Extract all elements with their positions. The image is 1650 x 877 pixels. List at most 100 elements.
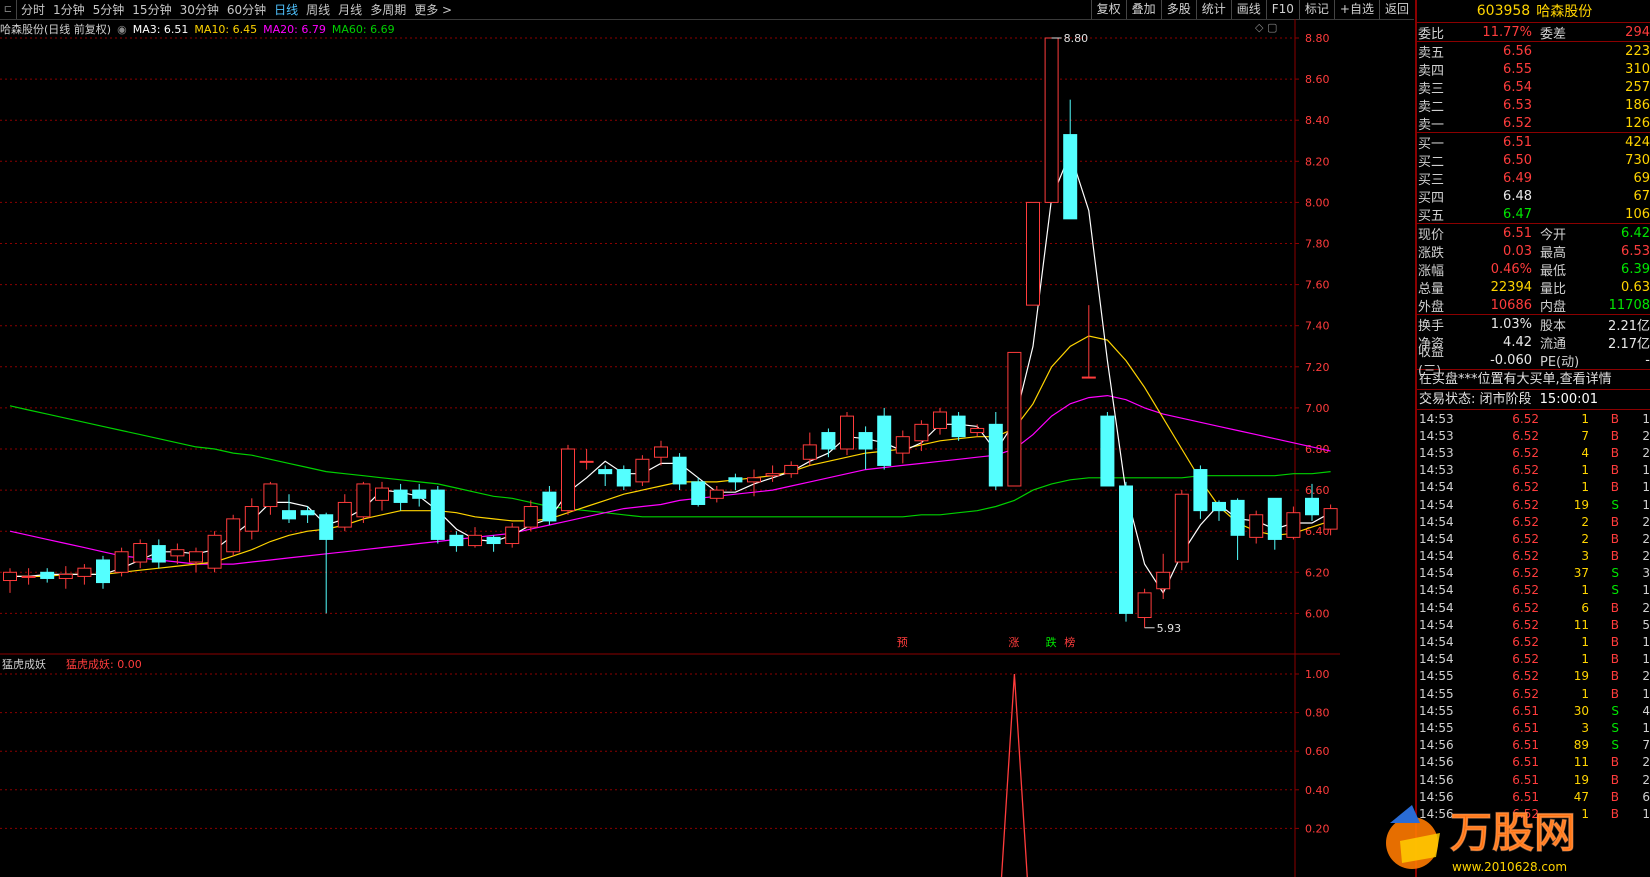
trade-time: 14:54: [1419, 583, 1454, 598]
trade-time: 14:54: [1419, 600, 1454, 615]
period-tab[interactable]: 多周期: [366, 1, 410, 18]
candle-body: [1305, 497, 1319, 516]
trade-ticks[interactable]: 14:53 6.52 1 B 1 14:53 6.52 7 B 2 14:53 6.52 4 B 2 14:5…: [1417, 410, 1650, 823]
trade-price: 6.52: [1512, 480, 1539, 495]
candle-body: [319, 514, 334, 540]
period-tab[interactable]: 15分钟: [128, 1, 175, 18]
period-tabs: 分时 1分钟 5分钟 15分钟 30分钟 60分钟 日线 周线 月线 多周期 更多 >: [17, 1, 456, 18]
period-tab[interactable]: 更多 >: [410, 1, 456, 18]
tool-button[interactable]: 标记: [1298, 0, 1334, 19]
row-label-2: 流通: [1540, 336, 1567, 352]
trade-time: 14:55: [1419, 669, 1454, 684]
stock-header: 603958 哈森股份: [1417, 0, 1650, 23]
trade-volume: 37: [1573, 566, 1589, 581]
y-tick-label: 7.20: [1305, 361, 1330, 374]
candle-body: [77, 567, 92, 577]
candle-body: [189, 551, 203, 563]
signal-label: 涨: [1008, 636, 1019, 649]
trade-row: 14:56 6.51 11 B 2: [1417, 754, 1650, 771]
candle-body: [579, 460, 594, 463]
y-tick-label: 8.00: [1305, 196, 1330, 209]
row-value-2: 424: [1625, 134, 1650, 150]
candle-body: [840, 415, 854, 450]
trade-row: 14:54 6.52 19 S 1: [1417, 496, 1650, 513]
trade-volume: 1: [1581, 480, 1589, 495]
tool-button[interactable]: 叠加: [1125, 0, 1161, 19]
candle-body: [914, 423, 929, 442]
trade-side: B: [1610, 600, 1619, 615]
candle-body: [3, 571, 17, 582]
row-value: 10686: [1490, 297, 1532, 313]
tool-button[interactable]: 统计: [1195, 0, 1231, 19]
stat-row: 收益(三) -0.060 PE(动) -: [1417, 345, 1650, 379]
row-value-2: 69: [1633, 170, 1650, 186]
row-value: 6.50: [1503, 152, 1532, 168]
candle-body: [858, 432, 873, 450]
tool-button[interactable]: 复权: [1090, 0, 1126, 19]
pin-icon[interactable]: ⊏: [0, 0, 17, 19]
candle-body: [616, 469, 631, 487]
trade-side: B: [1610, 772, 1619, 787]
candle-body: [523, 506, 538, 528]
period-tab[interactable]: 5分钟: [89, 1, 129, 18]
period-tab[interactable]: 月线: [334, 1, 366, 18]
y-tick-label: 8.80: [1305, 32, 1330, 45]
period-tab[interactable]: 日线: [270, 1, 302, 18]
y-tick-label: 6.00: [1305, 607, 1330, 620]
trade-count: 1: [1642, 686, 1650, 701]
sell-level: 卖四 6.55 310: [1417, 60, 1650, 79]
candle-body: [207, 534, 222, 569]
trade-count: 1: [1642, 806, 1650, 821]
candle-body: [1323, 508, 1338, 530]
row-value: 22394: [1490, 279, 1532, 295]
tool-button[interactable]: F10: [1265, 0, 1299, 19]
buy-level: 买四 6.48 67: [1417, 187, 1650, 206]
candle-body: [561, 448, 575, 512]
weibi-row: 委比 11.77% 委差 294: [1417, 23, 1650, 42]
stat-row: 总量 22394 量比 0.63: [1417, 278, 1650, 297]
period-tab[interactable]: 1分钟: [49, 1, 89, 18]
trade-time: 14:54: [1419, 514, 1454, 529]
candle-body: [1081, 376, 1096, 379]
period-tab[interactable]: 30分钟: [176, 1, 223, 18]
candle-body: [951, 415, 966, 438]
watermark-text: 万股网: [1450, 808, 1576, 857]
candle-body: [21, 575, 36, 578]
trade-time: 14:56: [1419, 755, 1454, 770]
tool-button[interactable]: 画线: [1230, 0, 1266, 19]
tool-button[interactable]: 多股: [1160, 0, 1196, 19]
row-value-2: 6.53: [1621, 243, 1650, 259]
fundamental-stats: 换手 1.03% 股本 2.21亿 净资 4.42 流通 2.17亿 收益(三) -0.060 PE…: [1417, 315, 1650, 379]
row-label: 总量: [1418, 281, 1445, 297]
row-label-2: 股本: [1540, 318, 1567, 334]
trade-row: 14:54 6.52 3 B 2: [1417, 548, 1650, 565]
kline-chart[interactable]: 8.80 8.60 8.40 8.20 8.00 7.80 7.60 7.40 7.20 7.00…: [0, 19, 1414, 877]
candle-body: [505, 526, 520, 545]
candle-body: [58, 573, 73, 579]
trade-row: 14:54 6.52 6 B 2: [1417, 599, 1650, 616]
y-tick-label: 8.40: [1305, 114, 1330, 127]
candle-body: [263, 483, 278, 508]
y-tick-label: 8.60: [1305, 73, 1330, 86]
row-value-2: 106: [1625, 206, 1650, 222]
period-tab[interactable]: 周线: [302, 1, 334, 18]
candle-body: [114, 551, 129, 573]
row-label: 外盘: [1418, 299, 1445, 315]
trade-count: 5: [1642, 617, 1650, 632]
candle-body: [375, 487, 389, 501]
tool-button[interactable]: +自选: [1333, 0, 1379, 19]
trade-status-time: 15:00:01: [1539, 392, 1599, 407]
tool-button[interactable]: 返回: [1378, 0, 1414, 19]
candle-body: [337, 501, 352, 528]
trade-price: 6.51: [1512, 772, 1539, 787]
candle-body: [709, 489, 724, 499]
stat-row: 现价 6.51 今开 6.42: [1417, 224, 1650, 243]
trade-price: 6.52: [1512, 497, 1539, 512]
row-value: -0.060: [1490, 352, 1532, 368]
weicha-value: 294: [1625, 24, 1650, 40]
candle-body: [1249, 514, 1264, 538]
period-tab[interactable]: 60分钟: [223, 1, 270, 18]
row-label-2: 量比: [1540, 281, 1567, 297]
period-tab[interactable]: 分时: [17, 1, 49, 18]
row-value-2: 0.63: [1621, 279, 1650, 295]
